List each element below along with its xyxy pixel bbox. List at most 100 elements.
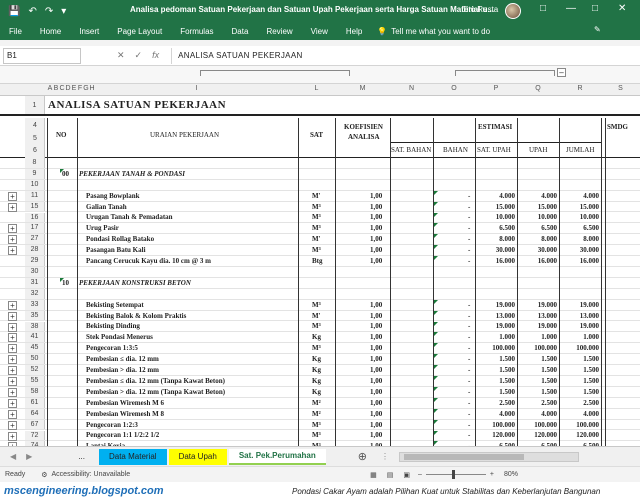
collapse-group-button[interactable]: – <box>557 68 566 77</box>
cell-bahan[interactable]: - <box>468 409 470 419</box>
error-indicator[interactable] <box>434 321 438 326</box>
expand-group-button[interactable]: + <box>8 235 17 245</box>
expand-group-button[interactable]: + <box>8 387 17 397</box>
error-indicator[interactable] <box>434 310 438 315</box>
col-header[interactable]: I <box>95 85 298 92</box>
cell-koefisien[interactable]: 1,00 <box>370 332 382 342</box>
sheet-tab-data-material[interactable]: Data Material <box>98 448 167 465</box>
cell-jumlah[interactable]: 100.000 <box>561 420 599 430</box>
cell-sat-upah[interactable]: 19.000 <box>478 300 515 310</box>
row-number[interactable]: 5 <box>25 135 45 142</box>
cell-bahan[interactable]: - <box>468 223 470 233</box>
cell-uraian[interactable]: Urug Pasir <box>86 223 119 233</box>
row-number[interactable]: 32 <box>25 288 45 299</box>
ribbon-display-icon[interactable]: □ <box>540 3 546 14</box>
cell-sat-upah[interactable]: 15.000 <box>478 202 515 212</box>
row-number[interactable]: 67 <box>25 419 45 430</box>
cell-koefisien[interactable]: 1,00 <box>370 343 382 353</box>
cell-sat-upah[interactable]: 30.000 <box>478 245 515 255</box>
expand-group-button[interactable]: + <box>8 300 17 310</box>
error-indicator[interactable] <box>434 354 438 359</box>
row-number[interactable]: 64 <box>25 408 45 419</box>
cell-koefisien[interactable]: 1,00 <box>370 365 382 375</box>
accessibility-icon[interactable]: ⚙ <box>41 471 47 479</box>
cell-sat-upah[interactable]: 1.000 <box>478 332 515 342</box>
expand-group-button[interactable]: + <box>8 431 17 441</box>
cell-koefisien[interactable]: 1,00 <box>370 322 382 332</box>
row-number[interactable]: 16 <box>25 212 45 223</box>
cell-sat-upah[interactable]: 4.000 <box>478 409 515 419</box>
cell-sat-upah[interactable]: 120.000 <box>478 431 515 441</box>
cell-jumlah[interactable]: 1.000 <box>561 332 599 342</box>
error-indicator[interactable] <box>434 256 438 261</box>
col-header[interactable]: N <box>390 85 433 92</box>
cell-koefisien[interactable]: 1,00 <box>370 213 382 223</box>
cell-sat-upah[interactable]: 100.000 <box>478 420 515 430</box>
cell-upah[interactable]: 1.500 <box>520 376 557 386</box>
cell-koefisien[interactable]: 1,00 <box>370 376 382 386</box>
error-indicator[interactable] <box>434 223 438 228</box>
zoom-out-icon[interactable]: – <box>418 471 422 478</box>
row-number[interactable]: 61 <box>25 397 45 408</box>
row-number[interactable]: 29 <box>25 256 45 266</box>
cell-uraian[interactable]: Pasangan Batu Kali <box>86 245 146 255</box>
formula-input[interactable]: ANALISA SATUAN PEKERJAAN <box>171 47 302 64</box>
cell-sat[interactable]: M' <box>312 234 321 244</box>
cell-bahan[interactable]: - <box>468 245 470 255</box>
cell-jumlah[interactable]: 19.000 <box>561 322 599 332</box>
cell-bahan[interactable]: - <box>468 420 470 430</box>
cell-sat[interactable]: M³ <box>312 223 321 233</box>
tab-file[interactable]: File <box>0 27 31 36</box>
cell-jumlah[interactable]: 4.000 <box>561 409 599 419</box>
accessibility-status[interactable]: Accessibility: Unavailable <box>52 471 131 478</box>
cell-upah[interactable]: 1.500 <box>520 354 557 364</box>
cell-sat[interactable]: M³ <box>312 300 321 310</box>
row-number[interactable]: 6 <box>25 147 45 154</box>
cell-upah[interactable]: 19.000 <box>520 300 557 310</box>
cell-upah[interactable]: 1.000 <box>520 332 557 342</box>
cell-upah[interactable]: 6.500 <box>520 223 557 233</box>
cell-koefisien[interactable]: 1,00 <box>370 311 382 321</box>
cell-sat[interactable]: Kg <box>312 354 321 364</box>
col-header[interactable]: P <box>475 85 517 92</box>
cell-jumlah[interactable]: 1.500 <box>561 354 599 364</box>
cell-uraian[interactable]: Bekisting Setempat <box>86 300 144 310</box>
cell-sat[interactable]: M³ <box>312 202 321 212</box>
row-number[interactable]: 28 <box>25 245 45 256</box>
cell-sat[interactable]: Kg <box>312 387 321 397</box>
col-header[interactable]: Q <box>517 85 559 92</box>
cell-sat[interactable]: M³ <box>312 245 321 255</box>
error-indicator[interactable] <box>434 419 438 424</box>
cell-bahan[interactable]: - <box>468 234 470 244</box>
sheet-tab-sat-pek-perumahan[interactable]: Sat. Pek.Perumahan <box>228 448 326 465</box>
row-number[interactable]: 41 <box>25 332 45 343</box>
cell-bahan[interactable]: - <box>468 322 470 332</box>
cell-jumlah[interactable]: 100.000 <box>561 343 599 353</box>
sheet-ellipsis[interactable]: ⋮ <box>381 452 389 461</box>
cell-jumlah[interactable]: 13.000 <box>561 311 599 321</box>
tab-insert[interactable]: Insert <box>70 27 108 36</box>
cell-uraian[interactable]: Stek Pondasi Menerus <box>86 332 153 342</box>
row-number[interactable]: 8 <box>25 158 45 168</box>
cell-upah[interactable]: 30.000 <box>520 245 557 255</box>
expand-group-button[interactable]: + <box>8 322 17 332</box>
expand-group-button[interactable]: + <box>8 377 17 386</box>
cell-koefisien[interactable]: 1,00 <box>370 409 382 419</box>
cell-upah[interactable]: 1.500 <box>520 365 557 375</box>
tab-formulas[interactable]: Formulas <box>171 27 222 36</box>
cell-sat[interactable]: M² <box>312 398 321 408</box>
row-number[interactable]: 55 <box>25 376 45 386</box>
cell-sat-upah[interactable]: 1.500 <box>478 354 515 364</box>
cell-jumlah[interactable]: 2.500 <box>561 398 599 408</box>
cell-sat-upah[interactable]: 16.000 <box>478 256 515 266</box>
cell-bahan[interactable]: - <box>468 256 470 266</box>
cell-upah[interactable]: 13.000 <box>520 311 557 321</box>
zoom-slider-thumb[interactable] <box>451 470 455 479</box>
cell-sat[interactable]: Kg <box>312 365 321 375</box>
cell-bahan[interactable]: - <box>468 202 470 212</box>
cell-uraian[interactable]: Pasang Bowplank <box>86 191 140 201</box>
cell-uraian[interactable]: Pembesian ≤ dia. 12 mm (Tanpa Kawat Beto… <box>86 376 225 386</box>
row-number[interactable]: 4 <box>25 122 45 129</box>
cell-sat[interactable]: M² <box>312 409 321 419</box>
expand-group-button[interactable]: + <box>8 366 17 376</box>
